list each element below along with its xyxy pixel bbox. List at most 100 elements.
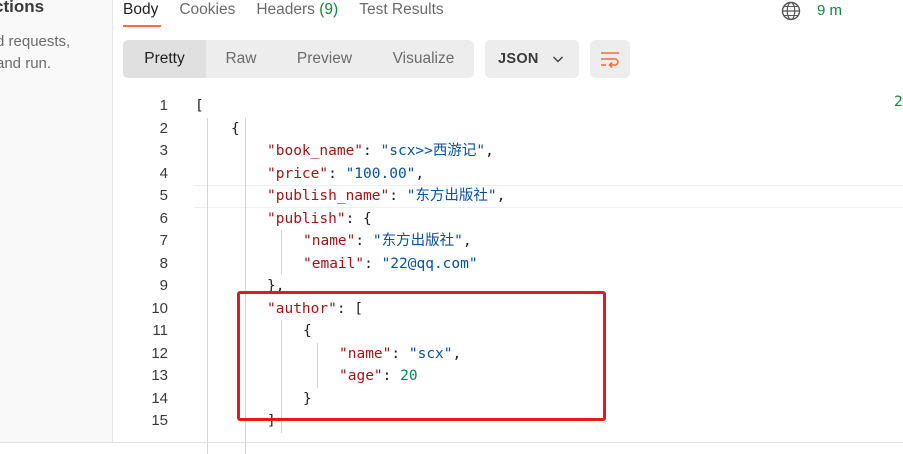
indent-guide	[317, 342, 318, 388]
tab-cookies-label: Cookies	[179, 1, 236, 18]
line-number: 4	[159, 164, 168, 182]
sidebar-heading: ctions	[0, 0, 45, 16]
format-select[interactable]: JSON	[485, 40, 579, 78]
code-line: 1[	[114, 95, 903, 118]
view-mode-selector: Pretty Raw Preview Visualize	[123, 40, 474, 78]
response-status: 200 OK 9 m	[780, 0, 903, 110]
line-number: 1	[159, 97, 168, 114]
line-number: 11	[152, 322, 168, 339]
json-punctuation: : {	[345, 210, 372, 227]
json-punctuation: }	[303, 390, 312, 407]
json-key: "name"	[339, 345, 392, 362]
sidebar-description: d requests, and run.	[0, 31, 70, 75]
tab-body[interactable]: Body	[123, 0, 158, 24]
json-key: "book_name"	[267, 143, 364, 159]
json-key: "email"	[303, 255, 365, 272]
json-punctuation: :	[363, 143, 381, 159]
headers-count: (9)	[319, 1, 339, 18]
code-text: ]	[267, 410, 276, 433]
code-line: 10 "author": [	[114, 298, 903, 321]
json-punctuation: :	[389, 188, 407, 204]
json-string: "东方出版社"	[406, 188, 497, 204]
globe-icon[interactable]	[780, 0, 802, 22]
response-tabs: Body Cookies Headers (9) Test Results	[123, 0, 465, 24]
json-punctuation: : [	[336, 300, 364, 317]
indent-guide	[281, 230, 282, 275]
view-mode-pretty[interactable]: Pretty	[123, 40, 206, 78]
sidebar-desc-line-2: and run.	[0, 55, 52, 72]
collections-sidebar: ctions d requests, and run.	[0, 0, 113, 442]
code-line: 2{	[114, 118, 903, 141]
line-number: 12	[151, 344, 168, 362]
code-text: {	[231, 118, 240, 141]
wrap-lines-button[interactable]	[590, 40, 630, 78]
code-line: 7 "name": "东方出版社",	[114, 230, 903, 253]
line-number: 13	[151, 367, 168, 384]
json-punctuation: :	[382, 368, 401, 384]
tab-cookies[interactable]: Cookies	[179, 0, 235, 24]
active-tab-indicator	[123, 25, 161, 27]
json-punctuation: [	[195, 98, 204, 114]
line-number: 14	[151, 389, 168, 407]
sidebar-desc-line-1: d requests,	[0, 33, 71, 50]
json-punctuation: ,	[485, 143, 494, 159]
json-key: "author"	[267, 300, 337, 317]
json-punctuation: ,	[452, 345, 462, 362]
json-key: "publish"	[267, 210, 346, 227]
json-string: "22@qq.com"	[381, 255, 478, 272]
chevron-down-icon	[552, 56, 564, 63]
code-text: "publish": {	[267, 208, 372, 231]
line-number: 2	[159, 119, 168, 137]
line-number: 7	[159, 232, 168, 249]
code-text: {	[303, 320, 312, 343]
view-mode-preview[interactable]: Preview	[276, 40, 373, 78]
json-number: 20	[400, 368, 418, 384]
view-mode-visualize[interactable]: Visualize	[373, 40, 474, 78]
tab-test-results[interactable]: Test Results	[359, 0, 443, 24]
tab-headers[interactable]: Headers (9)	[256, 0, 338, 24]
json-string: "东方出版社"	[372, 233, 463, 249]
code-line: 6 "publish": {	[114, 208, 903, 231]
code-text: "name": "东方出版社",	[303, 230, 472, 253]
code-text: "book_name": "scx>>西游记",	[267, 140, 494, 163]
tab-body-label: Body	[123, 1, 159, 18]
code-line: 15]	[114, 410, 903, 433]
code-text: },	[267, 275, 284, 298]
tab-test-results-label: Test Results	[359, 1, 444, 18]
code-line: 13 "age": 20	[114, 365, 903, 388]
json-string: "100.00"	[345, 165, 416, 182]
line-number: 3	[159, 142, 168, 159]
json-punctuation: ,	[462, 233, 472, 249]
json-key: "price"	[267, 165, 329, 182]
line-number: 6	[159, 209, 168, 227]
code-line: 11 {	[114, 320, 903, 343]
json-punctuation: :	[355, 233, 373, 249]
line-number: 5	[159, 187, 168, 204]
json-string: "scx>>西游记"	[380, 143, 486, 159]
code-text: "age": 20	[339, 365, 418, 388]
code-text: "email": "22@qq.com"	[303, 253, 478, 276]
tab-headers-label: Headers	[256, 1, 320, 18]
json-punctuation: :	[391, 345, 409, 362]
line-number: 15	[151, 412, 168, 429]
format-select-value: JSON	[498, 51, 539, 67]
json-punctuation: {	[231, 120, 240, 137]
json-key: "publish_name"	[267, 188, 390, 204]
code-text: }	[303, 388, 312, 411]
code-line: 4 "price": "100.00",	[114, 163, 903, 186]
code-line: 5 "publish_name": "东方出版社",	[114, 185, 903, 208]
indent-guide	[245, 117, 246, 454]
view-mode-raw[interactable]: Raw	[206, 40, 276, 78]
code-line: 3 "book_name": "scx>>西游记",	[114, 140, 903, 163]
response-time[interactable]: 9 m	[817, 1, 842, 21]
code-text: [	[195, 95, 204, 118]
json-punctuation: ,	[496, 188, 506, 204]
code-line: 8 "email": "22@qq.com"	[114, 253, 903, 276]
json-punctuation: :	[364, 255, 382, 272]
json-punctuation: ]	[267, 413, 276, 429]
code-text: "price": "100.00",	[267, 163, 424, 186]
wrap-lines-icon	[601, 52, 619, 68]
json-key: "name"	[303, 233, 356, 249]
response-body-viewer[interactable]: 1[2{3 "book_name": "scx>>西游记", 4 "price": "…	[114, 92, 903, 454]
code-line: 14}	[114, 388, 903, 411]
